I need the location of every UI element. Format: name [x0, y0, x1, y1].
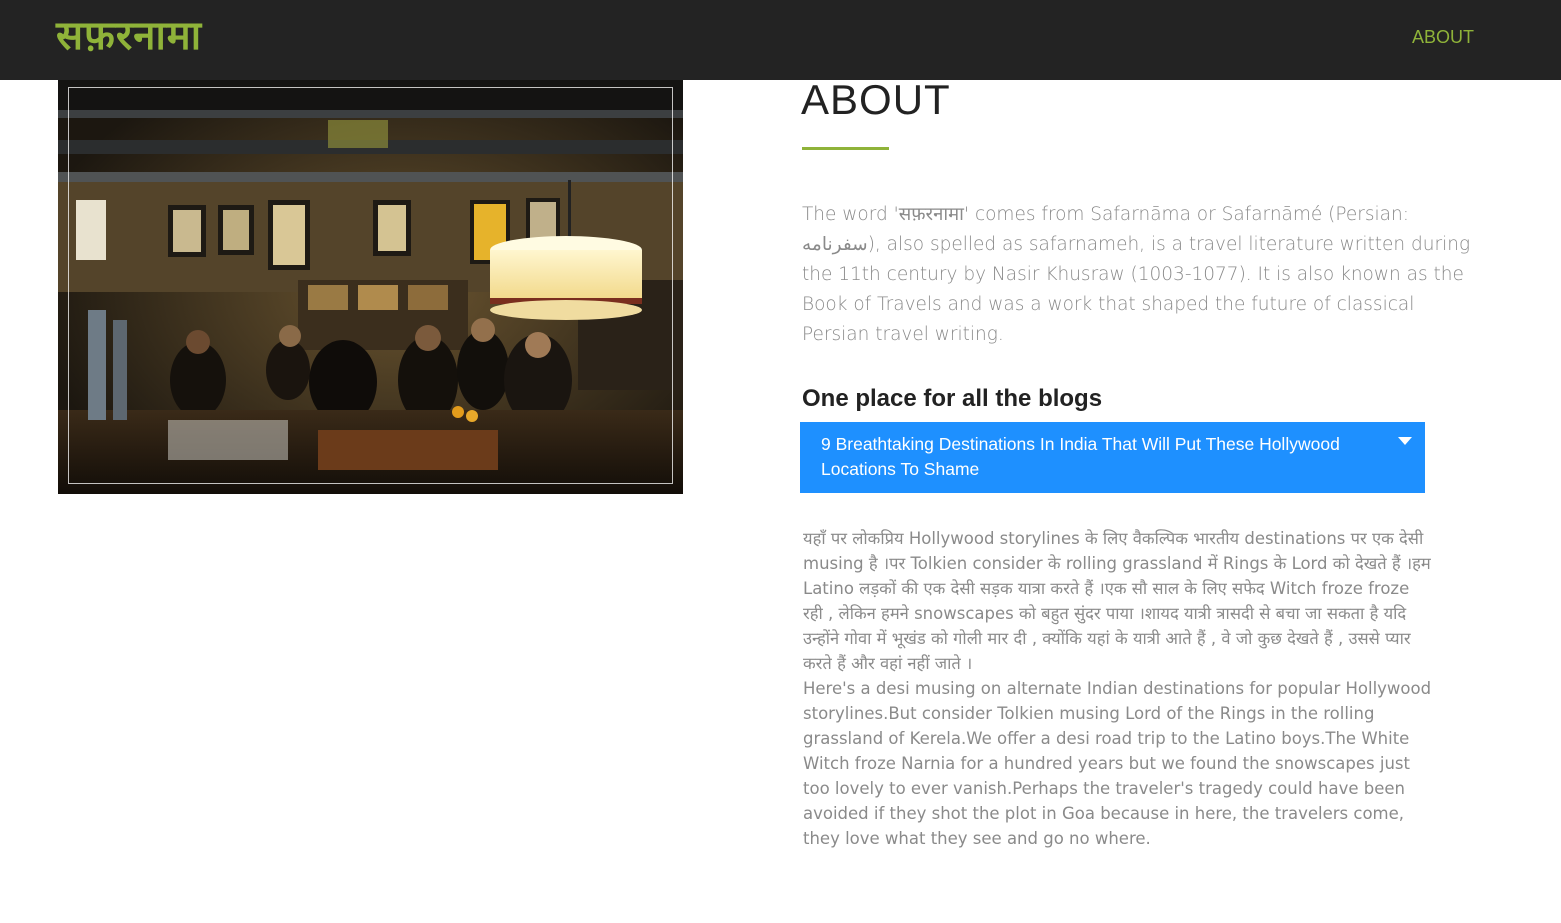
blog-content-english: Here's a desi musing on alternate Indian…: [803, 679, 1432, 848]
title-underline: [802, 147, 889, 150]
cafe-photo: [58, 80, 683, 494]
about-description: The word 'सफ़रनामा' comes from Safarnāma…: [802, 204, 1471, 345]
blog-content-hindi: यहाँ पर लोकप्रिय Hollywood storylines के…: [803, 529, 1431, 673]
caret-down-icon: [1398, 437, 1412, 445]
blogs-heading: One place for all the blogs: [802, 385, 1103, 412]
photo-frame: [68, 87, 673, 484]
nav-link-about[interactable]: ABOUT: [1412, 27, 1474, 48]
brand-logo[interactable]: सफ़रनामा: [56, 6, 202, 61]
navbar: सफ़रनामा ABOUT: [0, 0, 1561, 80]
blog-select-value: 9 Breathtaking Destinations In India Tha…: [821, 434, 1340, 479]
page-title: ABOUT: [801, 76, 951, 123]
blog-select-dropdown[interactable]: 9 Breathtaking Destinations In India Tha…: [800, 422, 1425, 493]
blog-content: यहाँ पर लोकप्रिय Hollywood storylines के…: [803, 526, 1433, 851]
